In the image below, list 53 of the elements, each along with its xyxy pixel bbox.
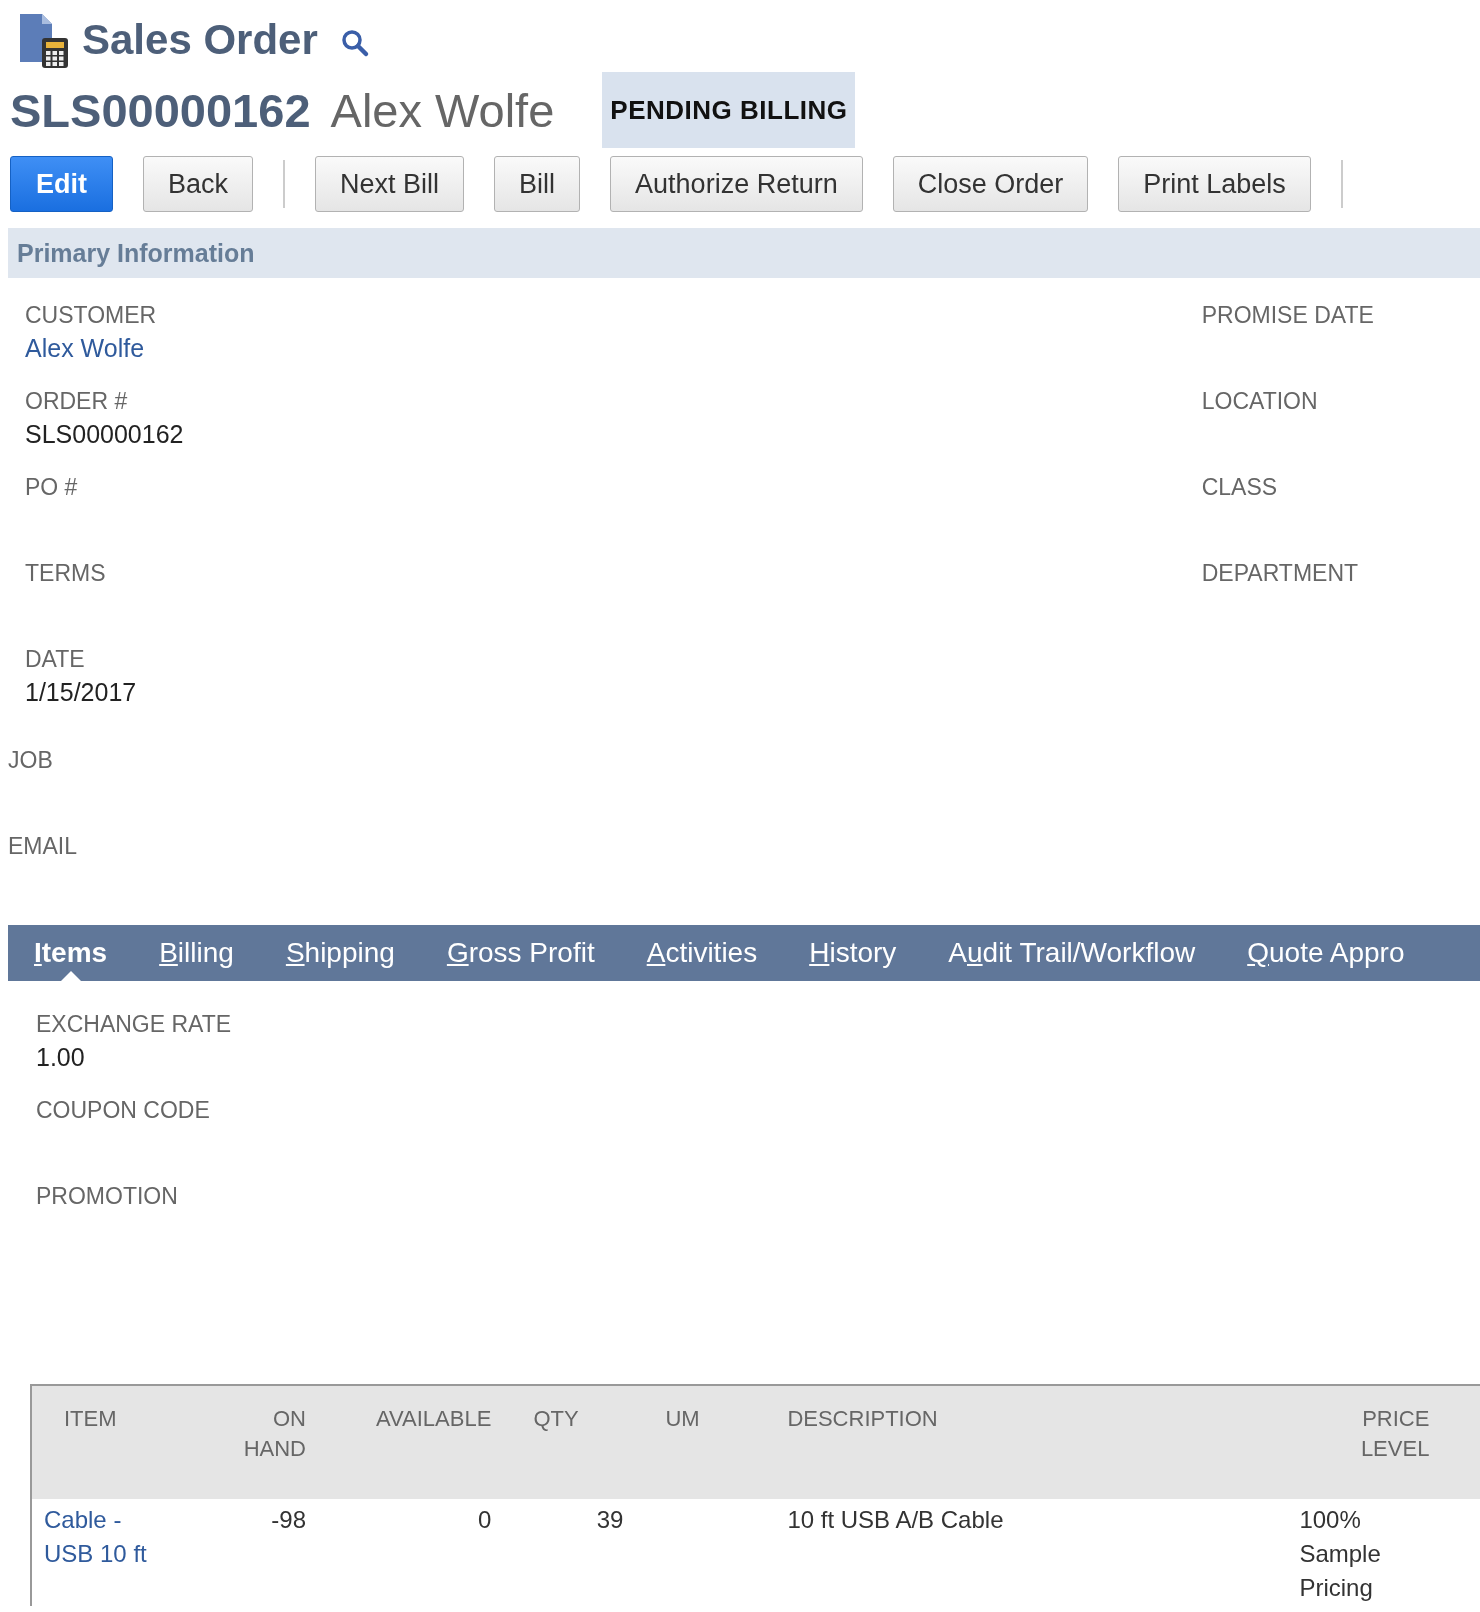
action-button[interactable]: Edit bbox=[10, 156, 113, 212]
column-header: UM bbox=[665, 1406, 700, 1431]
field-value: 1/15/2017 bbox=[25, 677, 137, 708]
field-value: 1.00 bbox=[36, 1042, 85, 1073]
tab[interactable]: Audit Trail/Workflow bbox=[948, 925, 1196, 981]
record-number: SLS00000162 bbox=[10, 82, 311, 138]
field-label: DEPARTMENT bbox=[1201, 559, 1359, 588]
page-title: Sales Order bbox=[82, 16, 318, 64]
field-label: PROMISE DATE bbox=[1201, 301, 1374, 330]
table-cell: 39 bbox=[596, 1506, 624, 1533]
column-header: DESCRIPTION bbox=[787, 1406, 938, 1431]
action-button[interactable]: Back bbox=[143, 156, 254, 212]
field-label: JOB bbox=[8, 746, 53, 775]
field-label: CLASS bbox=[1201, 473, 1278, 502]
field-label: EMAIL bbox=[8, 832, 78, 861]
tab[interactable]: Shipping bbox=[285, 925, 395, 981]
field-label: EXCHANGE RATE bbox=[36, 1010, 232, 1039]
field-label: PROMOTION bbox=[36, 1182, 178, 1211]
column-header: PRICE LEVEL bbox=[1360, 1406, 1430, 1461]
tab[interactable]: Gross Profit bbox=[446, 925, 595, 981]
field-label: CUSTOMER bbox=[25, 301, 157, 330]
search-icon[interactable] bbox=[339, 28, 370, 58]
field-label: LOCATION bbox=[1201, 387, 1318, 416]
table-cell: -98 bbox=[271, 1506, 306, 1533]
document-calculator-icon bbox=[18, 12, 70, 68]
action-button[interactable]: Print Labels bbox=[1118, 156, 1311, 212]
field-label: TERMS bbox=[25, 559, 106, 588]
tab[interactable]: Billing bbox=[159, 925, 234, 981]
action-button[interactable]: Authorize Return bbox=[610, 156, 863, 212]
field-label: DATE bbox=[25, 645, 85, 674]
action-button[interactable]: Bill bbox=[494, 156, 581, 212]
status-badge: PENDING BILLING bbox=[602, 72, 856, 148]
table-cell: 10 ft USB A/B Cable bbox=[787, 1506, 1004, 1533]
section-header: Primary Information bbox=[8, 228, 1480, 278]
field-label: ORDER # bbox=[25, 387, 128, 416]
column-header: ITEM bbox=[64, 1406, 117, 1431]
table-cell: 0 bbox=[478, 1506, 492, 1533]
action-button[interactable]: Next Bill bbox=[315, 156, 465, 212]
field-value: SLS00000162 bbox=[25, 419, 184, 450]
column-header: AVAILABLE bbox=[376, 1406, 492, 1431]
column-header: ON HAND bbox=[243, 1406, 306, 1461]
field-label: COUPON CODE bbox=[36, 1096, 210, 1125]
column-header: QTY bbox=[533, 1406, 579, 1431]
tab[interactable]: Activities bbox=[646, 925, 758, 981]
table-cell: 100% Sample Pricing bbox=[1299, 1506, 1381, 1601]
tab[interactable]: History bbox=[809, 925, 897, 981]
customer-link[interactable]: Alex Wolfe bbox=[25, 330, 145, 366]
action-button[interactable]: Close Order bbox=[892, 156, 1089, 212]
field-label: PO # bbox=[25, 473, 78, 502]
record-name: Alex Wolfe bbox=[330, 82, 555, 138]
tab[interactable]: Quote Appro bbox=[1247, 925, 1405, 981]
tab[interactable]: Items bbox=[34, 925, 108, 981]
item-link[interactable]: Cable - USB 10 ft bbox=[44, 1503, 154, 1571]
